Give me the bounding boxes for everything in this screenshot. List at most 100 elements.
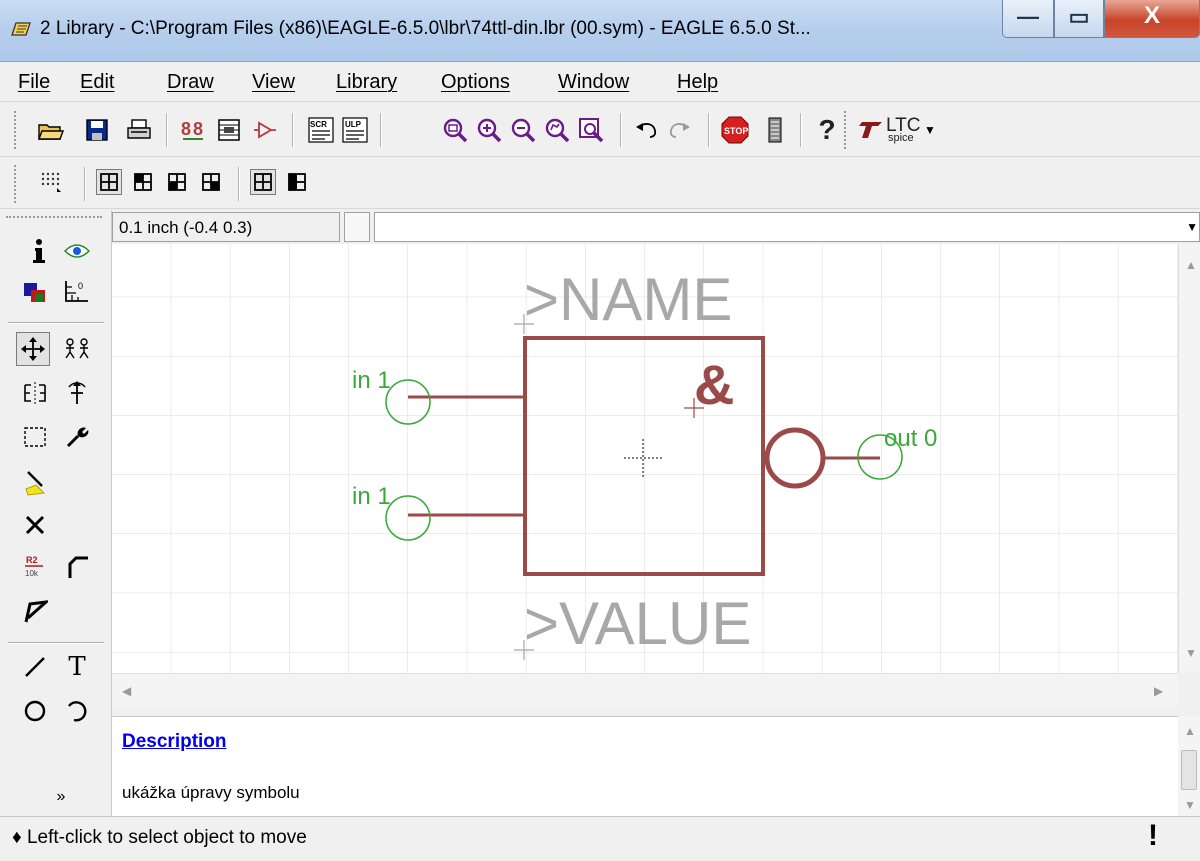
menu-bar: File Edit Draw View Library Options Wind… [0, 62, 1200, 102]
scroll-right-icon[interactable]: ▶ [1154, 684, 1163, 698]
ltspice-icon[interactable]: LTC spice ▼ [856, 115, 956, 145]
zoom-in-icon[interactable] [474, 115, 504, 145]
zoom-select-icon[interactable] [576, 115, 606, 145]
description-panel: Description ukážka úpravy symbolu [112, 716, 1178, 816]
info-icon[interactable] [22, 234, 56, 268]
menu-edit[interactable]: Edit [80, 71, 114, 94]
menu-library[interactable]: Library [336, 71, 397, 94]
scroll-corner [1178, 673, 1200, 707]
help-icon[interactable]: ? [812, 114, 842, 145]
zoom-out-icon[interactable] [508, 115, 538, 145]
pin-label-in2: in 1 [352, 483, 391, 510]
change-icon[interactable] [60, 420, 94, 454]
menu-options[interactable]: Options [441, 71, 510, 94]
name-placeholder[interactable]: >NAME [524, 266, 732, 333]
display-layers-icon[interactable] [18, 276, 52, 310]
layer-view-bottom-icon[interactable] [164, 169, 190, 195]
layer-view-all-icon[interactable] [96, 169, 122, 195]
layer-view-right-icon[interactable] [198, 169, 224, 195]
display-mode-alt-icon[interactable] [284, 169, 310, 195]
scroll-down-icon[interactable]: ▼ [1185, 646, 1197, 660]
wire-icon[interactable] [18, 650, 52, 684]
circle-icon[interactable] [18, 694, 52, 728]
print-icon[interactable] [124, 115, 154, 145]
chevron-down-icon[interactable]: » [44, 780, 78, 814]
zoom-fit-icon[interactable] [440, 115, 470, 145]
scr-label: SCR [310, 120, 327, 129]
toolbar-grip[interactable] [844, 111, 850, 149]
description-text: ukážka úpravy symbolu [122, 783, 300, 802]
svg-text:0: 0 [78, 281, 83, 291]
copy-icon[interactable] [60, 332, 94, 366]
arc-icon[interactable] [60, 694, 94, 728]
maximize-button[interactable]: ▭ [1054, 0, 1104, 38]
scroll-up-icon[interactable]: ▲ [1184, 724, 1196, 738]
layer-view-top-icon[interactable] [130, 169, 156, 195]
undo-icon[interactable] [632, 115, 662, 145]
toolbar-separator [708, 113, 710, 147]
palette-grip[interactable] [6, 216, 102, 220]
ulp-icon[interactable]: ULP [340, 115, 370, 145]
open-icon[interactable] [36, 115, 66, 145]
group-icon[interactable] [18, 420, 52, 454]
toolbar-separator [800, 113, 802, 147]
schematic-symbol[interactable]: >NAME & in 1 in 1 out 0 >VALUE [112, 244, 1178, 673]
menu-draw[interactable]: Draw [167, 71, 214, 94]
close-button[interactable]: X [1104, 0, 1200, 38]
pin-label-in1: in 1 [352, 367, 391, 394]
menu-window[interactable]: Window [558, 71, 629, 94]
split-icon[interactable] [18, 594, 52, 628]
scroll-left-icon[interactable]: ◀ [122, 684, 131, 698]
gate-symbol: & [694, 353, 734, 416]
svg-text:8: 8 [181, 119, 191, 139]
board-icon[interactable] [214, 115, 244, 145]
zoom-redraw-icon[interactable] [542, 115, 572, 145]
name-value-icon[interactable]: R2 10k [18, 550, 52, 584]
script-icon[interactable]: SCR [306, 115, 336, 145]
redo-icon[interactable] [664, 115, 694, 145]
move-icon[interactable] [16, 332, 50, 366]
save-icon[interactable] [82, 115, 112, 145]
drawing-canvas[interactable]: >NAME & in 1 in 1 out 0 >VALUE [112, 244, 1178, 673]
go-icon[interactable] [760, 115, 790, 145]
schematic-icon[interactable] [250, 115, 280, 145]
status-indicator[interactable]: ! [1148, 819, 1158, 853]
miter-icon[interactable] [60, 550, 94, 584]
svg-text:8: 8 [193, 119, 203, 139]
scroll-up-icon[interactable]: ▲ [1185, 258, 1197, 272]
scroll-thumb[interactable] [1181, 750, 1197, 790]
chevron-down-icon[interactable]: ▼ [924, 123, 936, 137]
menu-view[interactable]: View [252, 71, 295, 94]
parameter-box[interactable] [344, 212, 370, 242]
rotate-icon[interactable] [60, 376, 94, 410]
r2-value: 10k [25, 569, 39, 578]
toolbar-grip[interactable] [14, 111, 20, 149]
vertical-scrollbar[interactable]: ▲ ▼ [1178, 244, 1200, 673]
menu-file[interactable]: File [18, 71, 50, 94]
menu-help[interactable]: Help [677, 71, 718, 94]
description-link[interactable]: Description [122, 731, 227, 753]
display-mode-icon[interactable] [250, 169, 276, 195]
command-input[interactable] [374, 212, 1200, 242]
show-icon[interactable] [60, 234, 94, 268]
mirror-icon[interactable] [18, 376, 52, 410]
main-toolbar: 88 SCR ULP STOP ? LTC spice ▼ [0, 103, 1200, 157]
window-title: 2 Library - C:\Program Files (x86)\EAGLE… [40, 18, 811, 39]
toolbar-separator [166, 113, 168, 147]
cam-icon[interactable]: 88 [178, 115, 208, 145]
grid-icon[interactable] [38, 169, 64, 195]
value-placeholder[interactable]: >VALUE [524, 590, 751, 657]
mark-icon[interactable]: 0 [60, 276, 94, 310]
scroll-down-icon[interactable]: ▼ [1184, 798, 1196, 812]
description-scrollbar[interactable]: ▲ ▼ [1178, 716, 1200, 816]
text-icon[interactable]: T [60, 650, 94, 684]
horizontal-scrollbar[interactable]: ◀ ▶ [112, 673, 1178, 707]
stop-icon[interactable]: STOP [720, 115, 750, 145]
minimize-icon: — [1017, 4, 1039, 29]
command-row: 0.1 inch (-0.4 0.3) ▼ [112, 210, 1200, 244]
minimize-button[interactable]: — [1002, 0, 1054, 38]
toolbar-grip[interactable] [14, 165, 20, 203]
chevron-down-icon[interactable]: ▼ [1186, 220, 1198, 234]
delete-icon[interactable] [18, 508, 52, 542]
paste-icon[interactable] [18, 466, 52, 500]
